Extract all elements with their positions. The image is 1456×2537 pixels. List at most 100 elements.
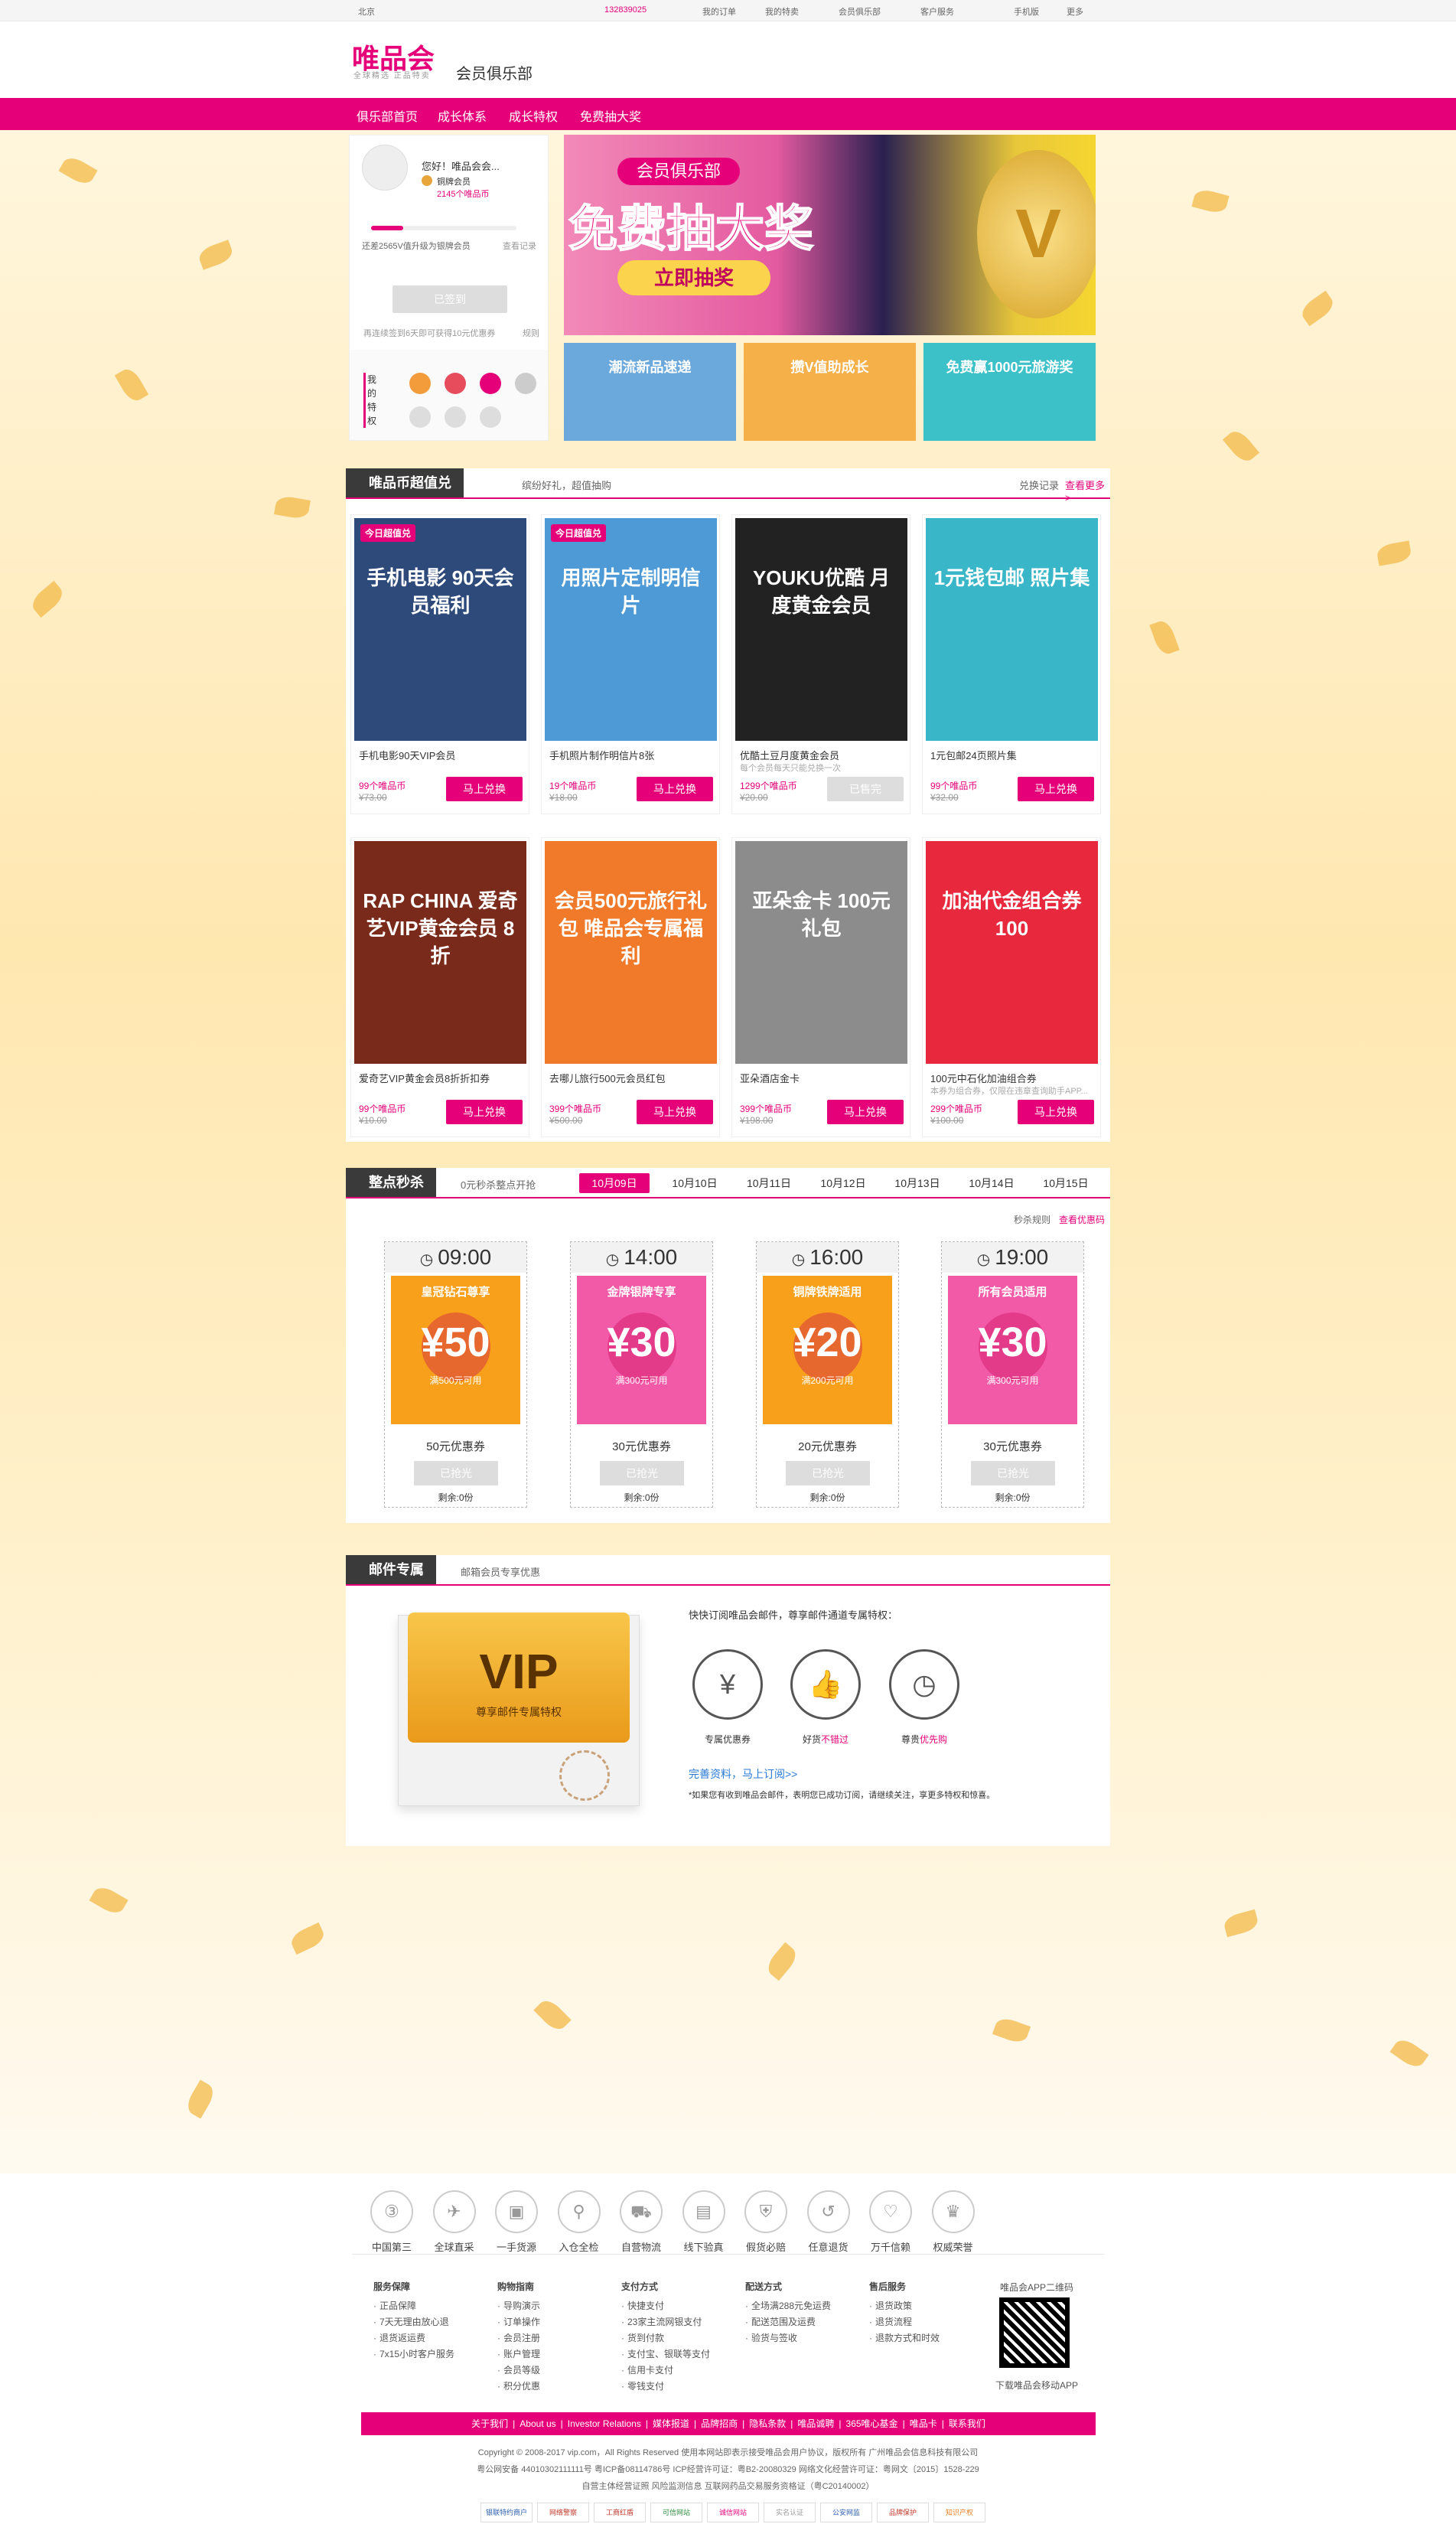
product-image[interactable]: 亚朵金卡 100元礼包	[735, 841, 907, 1064]
top-link-more[interactable]: 更多	[1067, 5, 1083, 18]
exchange-button[interactable]: 马上兑换	[446, 1100, 523, 1124]
top-link-service[interactable]: 客户服务	[920, 5, 954, 18]
footer-link[interactable]: · 退货流程	[869, 2314, 984, 2330]
certification-badge[interactable]: 品牌保护	[877, 2503, 929, 2522]
top-link-club[interactable]: 会员俱乐部	[839, 5, 881, 18]
footer-link[interactable]: · 订单操作	[497, 2314, 612, 2330]
footer-link[interactable]: · 正品保障	[373, 2298, 488, 2314]
product-name[interactable]: 去哪儿旅行500元会员红包	[549, 1071, 714, 1085]
footer-link[interactable]: · 退货政策	[869, 2298, 984, 2314]
privilege-icon-4[interactable]	[515, 373, 536, 394]
lottery-banner[interactable]: 会员俱乐部 免费抽大奖 立即抽奖 V	[564, 135, 1096, 335]
subscribe-link[interactable]: 完善资料，马上订阅>>	[689, 1766, 797, 1782]
product-name[interactable]: 手机电影90天VIP会员	[359, 748, 523, 762]
signin-rule-link[interactable]: 规则	[523, 327, 539, 339]
product-card[interactable]: 1元钱包邮 照片集 1元包邮24页照片集 99个唯品币 ¥32.00 马上兑换	[922, 514, 1101, 814]
footer-link[interactable]: · 7天无理由放心退	[373, 2314, 488, 2330]
footer-link[interactable]: · 7x15小时客户服务	[373, 2346, 488, 2363]
sold-out-button[interactable]: 已抢光	[971, 1461, 1055, 1485]
product-card[interactable]: YOUKU优酷 月度黄金会员 优酷土豆月度黄金会员 每个会员每天只能兑换一次 1299…	[731, 514, 910, 814]
footer-link[interactable]: · 会员注册	[497, 2330, 612, 2346]
privilege-icon-2[interactable]	[445, 373, 466, 394]
footer-link[interactable]: · 导购演示	[497, 2298, 612, 2314]
footer-bar-link[interactable]: 联系我们	[949, 2418, 985, 2429]
certification-badge[interactable]: 网络警察	[537, 2503, 589, 2522]
footer-link[interactable]: · 积分优惠	[497, 2379, 612, 2395]
product-image[interactable]: 加油代金组合券 100	[926, 841, 1098, 1064]
product-image[interactable]: 用照片定制明信片 今日超值兑	[545, 518, 717, 741]
certification-badge[interactable]: 知识产权	[933, 2503, 985, 2522]
date-tab-1[interactable]: 10月10日	[660, 1173, 730, 1193]
sold-out-button[interactable]: 已抢光	[600, 1461, 684, 1485]
footer-bar-link[interactable]: 媒体报道	[653, 2418, 689, 2429]
nav-club-home[interactable]: 俱乐部首页	[357, 106, 418, 125]
certification-badge[interactable]: 银联特约商户	[480, 2503, 533, 2522]
exchange-button[interactable]: 马上兑换	[637, 1100, 713, 1124]
exchange-records-link[interactable]: 兑换记录	[1019, 478, 1059, 492]
certification-badge[interactable]: 可信网站	[650, 2503, 702, 2522]
footer-link[interactable]: · 23家主流网银支付	[621, 2314, 736, 2330]
date-tab-2[interactable]: 10月11日	[734, 1173, 804, 1193]
date-tab-3[interactable]: 10月12日	[808, 1173, 878, 1193]
product-card[interactable]: 手机电影 90天会员福利 今日超值兑 手机电影90天VIP会员 99个唯品币 ¥73.0…	[350, 514, 529, 814]
exchange-button[interactable]: 马上兑换	[1018, 1100, 1094, 1124]
footer-link[interactable]: · 全场满288元免运费	[745, 2298, 860, 2314]
footer-link[interactable]: · 信用卡支付	[621, 2363, 736, 2379]
product-name[interactable]: 亚朵酒店金卡	[740, 1071, 904, 1085]
top-link-my-sale[interactable]: 我的特卖	[765, 5, 799, 18]
exchange-button[interactable]: 马上兑换	[827, 1100, 904, 1124]
product-image[interactable]: YOUKU优酷 月度黄金会员	[735, 518, 907, 741]
sold-out-button[interactable]: 已抢光	[786, 1461, 870, 1485]
product-name[interactable]: 1元包邮24页照片集	[930, 748, 1095, 762]
privilege-icon-7[interactable]	[480, 406, 501, 428]
top-link-mobile[interactable]: 手机版	[1014, 5, 1039, 18]
product-name[interactable]: 优酷土豆月度黄金会员	[740, 748, 904, 762]
footer-link[interactable]: · 货到付款	[621, 2330, 736, 2346]
certification-badge[interactable]: 诚信网站	[707, 2503, 759, 2522]
seckill-rule-link[interactable]: 秒杀规则	[1014, 1213, 1050, 1226]
view-records-link[interactable]: 查看记录	[503, 240, 536, 252]
footer-bar-link[interactable]: 唯品诚聘	[797, 2418, 834, 2429]
footer-link[interactable]: · 验货与签收	[745, 2330, 860, 2346]
city-selector[interactable]: 北京	[358, 5, 375, 18]
footer-link[interactable]: · 配送范围及运费	[745, 2314, 860, 2330]
sold-out-button[interactable]: 已抢光	[414, 1461, 498, 1485]
date-tab-5[interactable]: 10月14日	[956, 1173, 1027, 1193]
privilege-icon-1[interactable]	[409, 373, 431, 394]
banner-draw-button[interactable]: 立即抽奖	[617, 260, 770, 295]
footer-bar-link[interactable]: 365唯心基金	[846, 2418, 898, 2429]
product-image[interactable]: 1元钱包邮 照片集	[926, 518, 1098, 741]
exchange-button[interactable]: 马上兑换	[637, 777, 713, 801]
certification-badge[interactable]: 公安网监	[820, 2503, 872, 2522]
product-card[interactable]: 加油代金组合券 100 100元中石化加油组合券 本券为组合券，仅限在违章查询助手A…	[922, 837, 1101, 1137]
minibanner-travel[interactable]: 免费赢1000元旅游奖	[923, 343, 1096, 441]
avatar[interactable]	[362, 145, 408, 191]
product-image[interactable]: 手机电影 90天会员福利 今日超值兑	[354, 518, 526, 741]
product-card[interactable]: 亚朵金卡 100元礼包 亚朵酒店金卡 399个唯品币 ¥198.00 马上兑换	[731, 837, 910, 1137]
see-more-link[interactable]: 查看更多>	[1065, 478, 1110, 504]
user-account[interactable]: 132839025	[604, 5, 647, 15]
top-link-orders[interactable]: 我的订单	[702, 5, 736, 18]
product-image[interactable]: RAP CHINA 爱奇艺VIP黄金会员 8折	[354, 841, 526, 1064]
date-tab-4[interactable]: 10月13日	[882, 1173, 953, 1193]
product-name[interactable]: 手机照片制作明信片8张	[549, 748, 714, 762]
privilege-icon-6[interactable]	[445, 406, 466, 428]
certification-badge[interactable]: 实名认证	[764, 2503, 816, 2522]
date-tab-6[interactable]: 10月15日	[1031, 1173, 1101, 1193]
footer-link[interactable]: · 退款方式和时效	[869, 2330, 984, 2346]
footer-bar-link[interactable]: 品牌招商	[701, 2418, 738, 2429]
nav-lottery[interactable]: 免费抽大奖	[580, 106, 641, 125]
footer-bar-link[interactable]: 关于我们	[471, 2418, 508, 2429]
privilege-icon-5[interactable]	[409, 406, 431, 428]
nav-growth-system[interactable]: 成长体系	[438, 106, 487, 125]
product-image[interactable]: 会员500元旅行礼包 唯品会专属福利	[545, 841, 717, 1064]
certification-badge[interactable]: 工商红盾	[594, 2503, 646, 2522]
footer-bar-link[interactable]: 唯品卡	[910, 2418, 937, 2429]
exchange-button[interactable]: 马上兑换	[1018, 777, 1094, 801]
product-name[interactable]: 100元中石化加油组合券	[930, 1071, 1095, 1085]
footer-bar-link[interactable]: Investor Relations	[568, 2418, 641, 2429]
sold-out-button[interactable]: 已售完	[827, 777, 904, 801]
date-tab-0[interactable]: 10月09日	[579, 1173, 650, 1193]
minibanner-new-arrivals[interactable]: 潮流新品速递	[564, 343, 736, 441]
footer-link[interactable]: · 退货返运费	[373, 2330, 488, 2346]
